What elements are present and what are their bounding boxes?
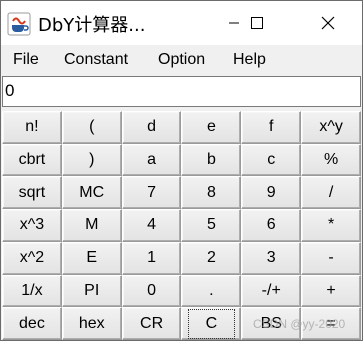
result-display[interactable]: 0 <box>2 76 361 107</box>
key-label: 2 <box>206 249 216 267</box>
key-label: C <box>187 308 236 339</box>
key-label: -/+ <box>261 281 281 299</box>
menu-bar: File Constant Option Help <box>1 45 362 75</box>
menu-help[interactable]: Help <box>233 51 266 69</box>
key-label: x^3 <box>19 216 45 234</box>
key-add[interactable]: + <box>301 274 361 308</box>
key-cbrt[interactable]: cbrt <box>2 143 62 177</box>
key-percent[interactable]: % <box>301 143 361 177</box>
key-7[interactable]: 7 <box>121 176 182 210</box>
key-label: BS <box>260 314 282 332</box>
key-label: 8 <box>206 183 216 201</box>
key-label: M <box>85 216 99 234</box>
key-label: PI <box>84 281 100 299</box>
window-title: DbY计算器... <box>38 15 146 36</box>
key-label: ) <box>89 151 95 169</box>
key-label: * <box>327 216 335 234</box>
key-square[interactable]: x^2 <box>2 241 62 275</box>
key-0[interactable]: 0 <box>121 274 182 308</box>
key-label: dec <box>19 314 45 332</box>
key-memory-clear[interactable]: MC <box>61 176 122 210</box>
key-label: ( <box>89 118 95 136</box>
key-label: a <box>147 151 157 169</box>
key-1[interactable]: 1 <box>121 241 182 275</box>
key-divide[interactable]: / <box>301 176 361 210</box>
key-subtract[interactable]: - <box>301 241 361 275</box>
key-label: 6 <box>266 216 276 234</box>
key-label: = <box>326 314 336 332</box>
keypad: n! ( d e f x^y cbrt ) a b c % sqrt MC 7 … <box>2 111 361 340</box>
key-label: b <box>206 151 216 169</box>
key-2[interactable]: 2 <box>181 241 242 275</box>
key-decimal-point[interactable]: . <box>181 274 242 308</box>
key-clear[interactable]: C <box>181 307 242 340</box>
key-label: cbrt <box>18 151 46 169</box>
key-label: E <box>86 249 98 267</box>
key-label: 0 <box>147 281 157 299</box>
key-hex-e[interactable]: e <box>181 111 242 144</box>
key-label: 5 <box>206 216 216 234</box>
key-3[interactable]: 3 <box>241 241 302 275</box>
key-label: MC <box>79 183 105 201</box>
title-bar[interactable]: DbY计算器... <box>1 1 362 45</box>
key-backspace[interactable]: BS <box>241 307 302 340</box>
key-close-paren[interactable]: ) <box>61 143 122 177</box>
key-cube[interactable]: x^3 <box>2 209 62 242</box>
key-label: n! <box>25 118 39 136</box>
key-label: x^y <box>319 118 343 136</box>
close-button[interactable] <box>305 1 351 45</box>
java-coffee-icon <box>7 12 31 36</box>
key-label: x^2 <box>19 249 45 267</box>
key-label: e <box>206 118 216 136</box>
key-equals[interactable]: = <box>301 307 361 340</box>
key-open-paren[interactable]: ( <box>61 111 122 144</box>
key-factorial[interactable]: n! <box>2 111 62 144</box>
key-pi[interactable]: PI <box>61 274 122 308</box>
key-label: / <box>328 183 334 201</box>
key-label: . <box>209 281 214 299</box>
key-hex-c[interactable]: c <box>241 143 302 177</box>
key-multiply[interactable]: * <box>301 209 361 242</box>
key-label: + <box>326 281 336 299</box>
key-label: 7 <box>147 183 157 201</box>
key-label: 1 <box>147 249 157 267</box>
key-6[interactable]: 6 <box>241 209 302 242</box>
key-carriage-return[interactable]: CR <box>121 307 182 340</box>
menu-option[interactable]: Option <box>158 51 205 69</box>
maximize-icon <box>251 17 263 29</box>
key-sqrt[interactable]: sqrt <box>2 176 62 210</box>
key-memory[interactable]: M <box>61 209 122 242</box>
key-5[interactable]: 5 <box>181 209 242 242</box>
key-4[interactable]: 4 <box>121 209 182 242</box>
key-9[interactable]: 9 <box>241 176 302 210</box>
key-label: 9 <box>266 183 276 201</box>
key-label: - <box>328 249 334 267</box>
key-label: hex <box>78 314 105 332</box>
key-hex-d[interactable]: d <box>121 111 182 144</box>
key-hex-mode[interactable]: hex <box>61 307 122 340</box>
key-label: c <box>267 151 276 169</box>
key-label: f <box>269 118 274 136</box>
key-hex-b[interactable]: b <box>181 143 242 177</box>
maximize-button[interactable] <box>234 1 280 45</box>
key-label: CR <box>140 314 164 332</box>
key-negate[interactable]: -/+ <box>241 274 302 308</box>
key-hex-a[interactable]: a <box>121 143 182 177</box>
key-label: d <box>147 118 157 136</box>
key-label: % <box>323 151 339 169</box>
key-label: 3 <box>266 249 276 267</box>
key-label: sqrt <box>18 183 46 201</box>
key-8[interactable]: 8 <box>181 176 242 210</box>
menu-constant[interactable]: Constant <box>64 51 128 69</box>
close-icon <box>321 16 335 30</box>
key-reciprocal[interactable]: 1/x <box>2 274 62 308</box>
key-power[interactable]: x^y <box>301 111 361 144</box>
calculator-window: DbY计算器... File Constant Option Help 0 n!… <box>0 0 363 341</box>
key-label: 1/x <box>21 281 43 299</box>
key-decimal-mode[interactable]: dec <box>2 307 62 340</box>
key-label: 4 <box>147 216 157 234</box>
key-euler[interactable]: E <box>61 241 122 275</box>
menu-file[interactable]: File <box>13 51 39 69</box>
key-hex-f[interactable]: f <box>241 111 302 144</box>
